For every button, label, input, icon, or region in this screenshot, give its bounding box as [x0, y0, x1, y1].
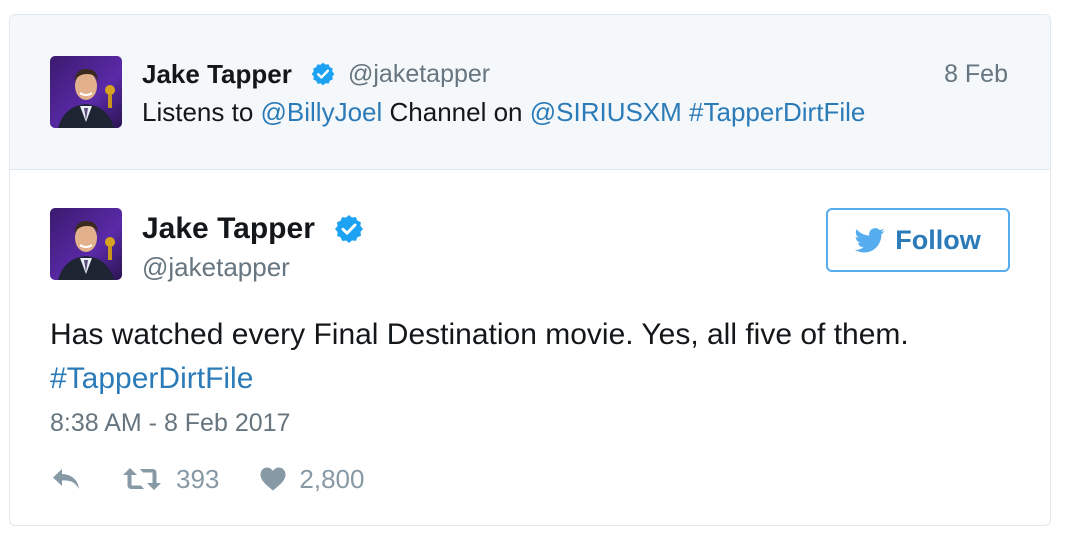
reply-icon — [53, 469, 79, 489]
follow-button[interactable]: Follow — [826, 208, 1010, 272]
text-segment: Listens to — [142, 97, 261, 127]
parent-tweet-date[interactable]: 8 Feb — [944, 58, 1008, 90]
heart-icon — [260, 467, 286, 491]
verified-badge-icon — [333, 213, 365, 245]
avatar-image — [50, 56, 122, 128]
tweet-timestamp-link[interactable]: 8:38 AM - 8 Feb 2017 — [50, 407, 290, 439]
author-name[interactable]: Jake Tapper — [142, 211, 315, 247]
twitter-bird-icon — [855, 227, 885, 252]
text-segment: Channel on — [382, 97, 530, 127]
tweet-actions: 393 2,800 — [50, 462, 364, 496]
author-handle[interactable]: @jaketapper — [142, 251, 290, 283]
retweet-icon — [123, 468, 161, 490]
parent-author-handle[interactable]: @jaketapper — [348, 58, 490, 90]
retweet-button[interactable]: 393 — [122, 462, 219, 496]
follow-button-label: Follow — [895, 224, 981, 255]
parent-author-name[interactable]: Jake Tapper — [142, 58, 292, 90]
embedded-tweet-card: Jake Tapper @jaketapper 8 Feb Listens to… — [9, 14, 1051, 526]
tweet-text: Has watched every Final Destination movi… — [50, 313, 1010, 401]
text-segment — [682, 97, 689, 127]
retweet-count: 393 — [176, 464, 220, 494]
parent-tweet[interactable]: Jake Tapper @jaketapper 8 Feb Listens to… — [10, 15, 1050, 170]
tweet-body: Has watched every Final Destination movi… — [50, 318, 909, 351]
parent-avatar[interactable] — [50, 56, 122, 128]
verified-badge-icon — [310, 61, 336, 87]
mention-link-billyjoel[interactable]: @BillyJoel — [261, 97, 383, 127]
hashtag-link[interactable]: #TapperDirtFile — [50, 362, 253, 395]
author-avatar[interactable] — [50, 208, 122, 280]
hashtag-link[interactable]: #TapperDirtFile — [689, 97, 865, 127]
like-count: 2,800 — [299, 464, 365, 494]
avatar-image — [50, 208, 122, 280]
parent-tweet-text: Listens to @BillyJoel Channel on @SIRIUS… — [142, 95, 865, 129]
mention-link-siriusxm[interactable]: @SIRIUSXM — [530, 97, 682, 127]
like-button[interactable]: 2,800 — [259, 462, 364, 496]
reply-button[interactable] — [50, 466, 84, 492]
